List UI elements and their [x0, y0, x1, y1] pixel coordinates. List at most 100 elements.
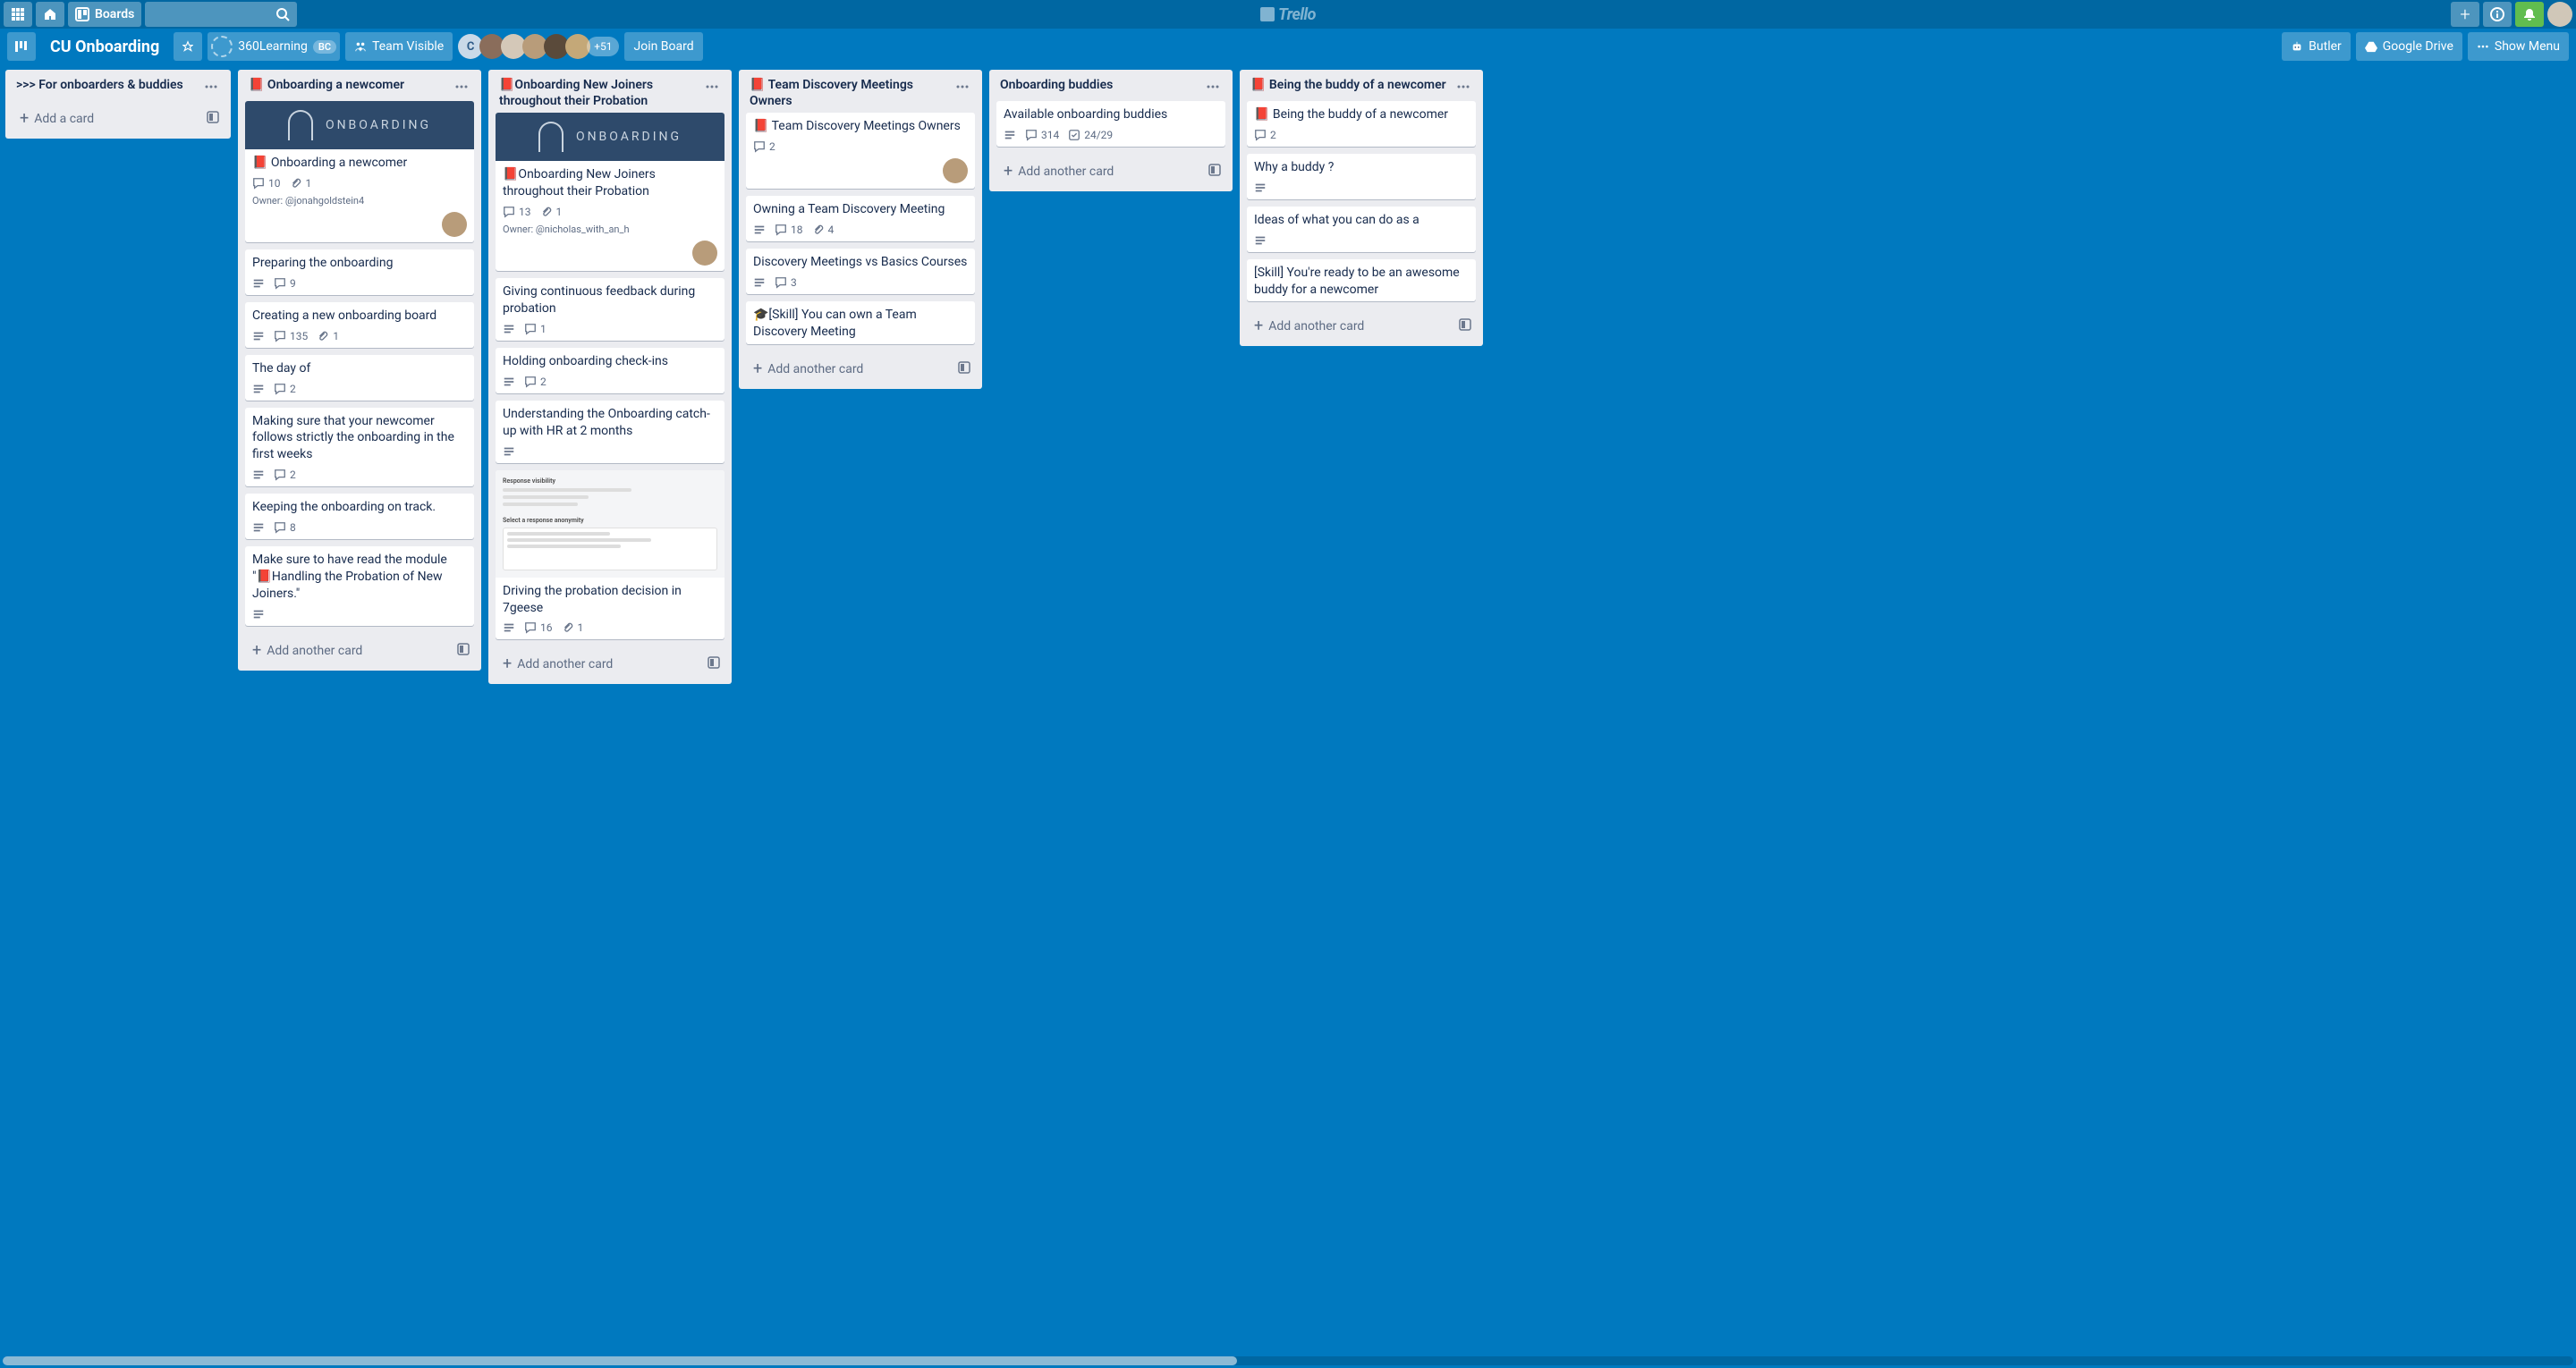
list-cards: 📕 Being the buddy of a newcomer2 Why a bu… — [1240, 101, 1483, 308]
list-title[interactable]: 📕 Being the buddy of a newcomer — [1250, 77, 1451, 93]
card[interactable]: 🎓[Skill] You can own a Team Discovery Me… — [746, 301, 975, 344]
comments-badge: 10 — [252, 177, 281, 190]
board-name[interactable]: CU Onboarding — [41, 38, 168, 56]
list-title[interactable]: Onboarding buddies — [1000, 77, 1200, 93]
card[interactable]: Why a buddy ? — [1247, 154, 1476, 199]
boards-menu-button[interactable]: Boards — [68, 2, 141, 27]
description-badge — [503, 621, 515, 634]
add-card-button[interactable]: +Add another card — [496, 652, 703, 677]
card[interactable]: Giving continuous feedback during probat… — [496, 278, 724, 341]
list-menu-button[interactable] — [199, 77, 224, 97]
card-member-avatar[interactable] — [943, 158, 968, 183]
card[interactable]: Available onboarding buddies31424/29 — [996, 101, 1225, 147]
list-menu-button[interactable] — [699, 77, 724, 97]
list-title[interactable]: 📕Onboarding New Joiners throughout their… — [499, 77, 699, 109]
add-card-button[interactable]: +Add another card — [1247, 314, 1454, 339]
card[interactable]: Response visibilitySelect a response ano… — [496, 470, 724, 640]
card-title: 🎓[Skill] You can own a Team Discovery Me… — [753, 307, 968, 341]
description-badge — [753, 276, 766, 289]
scrollbar-thumb[interactable] — [3, 1356, 1237, 1365]
add-card-button[interactable]: +Add another card — [996, 159, 1204, 184]
description-badge — [753, 224, 766, 236]
home-button[interactable] — [36, 2, 64, 27]
add-card-button[interactable]: +Add another card — [746, 357, 953, 382]
description-badge — [503, 323, 515, 335]
user-avatar[interactable] — [2547, 2, 2572, 27]
list-menu-button[interactable] — [950, 77, 975, 97]
add-card-button[interactable]: +Add another card — [245, 638, 453, 663]
notifications-button[interactable] — [2515, 2, 2544, 27]
card[interactable]: Ideas of what you can do as a — [1247, 207, 1476, 252]
visibility-button[interactable]: Team Visible — [345, 32, 453, 61]
card[interactable]: Make sure to have read the module "📕Hand… — [245, 546, 474, 626]
card-cover: ONBOARDING — [245, 101, 474, 149]
card-template-button[interactable] — [1204, 159, 1225, 184]
list-title[interactable]: 📕 Team Discovery Meetings Owners — [750, 77, 950, 109]
list-cards: ONBOARDING📕 Onboarding a newcomer101Owne… — [238, 101, 481, 633]
card-title: 📕 Team Discovery Meetings Owners — [753, 118, 968, 135]
card[interactable]: 📕 Being the buddy of a newcomer2 — [1247, 101, 1476, 147]
comments-badge: 2 — [274, 469, 296, 481]
card-title: Ideas of what you can do as a — [1254, 212, 1469, 229]
organization-chip[interactable]: 360Learning BC — [208, 32, 340, 61]
list-title[interactable]: 📕 Onboarding a newcomer — [249, 77, 449, 93]
list-menu-button[interactable] — [449, 77, 474, 97]
comments-badge: 16 — [524, 621, 553, 634]
board-members[interactable]: C +51 — [458, 34, 619, 59]
board-switcher-button[interactable] — [7, 32, 36, 61]
card[interactable]: [Skill] You're ready to be an awesome bu… — [1247, 259, 1476, 302]
card-title: [Skill] You're ready to be an awesome bu… — [1254, 265, 1469, 299]
more-members-button[interactable]: +51 — [587, 37, 619, 56]
google-drive-button[interactable]: Google Drive — [2356, 32, 2462, 61]
card-owner: Owner: @nicholas_with_an_h — [496, 224, 724, 241]
card[interactable]: The day of2 — [245, 355, 474, 401]
card[interactable]: Making sure that your newcomer follows s… — [245, 408, 474, 487]
card[interactable]: Preparing the onboarding 9 — [245, 249, 474, 295]
card-template-button[interactable] — [703, 652, 724, 677]
card[interactable]: Discovery Meetings vs Basics Courses3 — [746, 249, 975, 294]
search-input[interactable] — [145, 2, 297, 27]
join-board-button[interactable]: Join Board — [624, 32, 702, 61]
card-member-avatar[interactable] — [442, 212, 467, 237]
comments-badge: 9 — [274, 277, 296, 290]
create-button[interactable]: + — [2451, 2, 2479, 27]
info-button[interactable] — [2483, 2, 2512, 27]
star-board-button[interactable] — [174, 32, 202, 61]
card-title: Preparing the onboarding — [252, 255, 467, 272]
description-badge — [503, 376, 515, 388]
list: 📕Onboarding New Joiners throughout their… — [488, 70, 732, 684]
trello-logo[interactable]: Trello — [1260, 5, 1316, 24]
card-template-button[interactable] — [202, 106, 224, 131]
card[interactable]: Holding onboarding check-ins2 — [496, 348, 724, 393]
show-menu-button[interactable]: Show Menu — [2468, 32, 2569, 61]
list-title[interactable]: >>> For onboarders & buddies — [16, 77, 199, 93]
butler-button[interactable]: Butler — [2282, 32, 2351, 61]
list-menu-button[interactable] — [1451, 77, 1476, 97]
card[interactable]: ONBOARDING📕Onboarding New Joiners throug… — [496, 113, 724, 271]
card-member-avatar[interactable] — [692, 241, 717, 266]
card-title: Make sure to have read the module "📕Hand… — [252, 552, 467, 603]
card[interactable]: Keeping the onboarding on track.8 — [245, 494, 474, 539]
card-template-button[interactable] — [453, 638, 474, 663]
attachments-badge: 1 — [540, 206, 563, 218]
card-title: Creating a new onboarding board — [252, 308, 467, 325]
card-template-button[interactable] — [953, 357, 975, 382]
horizontal-scrollbar[interactable] — [3, 1356, 2573, 1365]
list-cards: Available onboarding buddies31424/29 — [989, 101, 1233, 154]
attachments-badge: 1 — [317, 330, 339, 342]
list: >>> For onboarders & buddies +Add a card — [5, 70, 231, 139]
card[interactable]: Owning a Team Discovery Meeting184 — [746, 196, 975, 241]
board-canvas[interactable]: >>> For onboarders & buddies +Add a card 📕… — [0, 64, 2576, 1368]
comments-badge: 3 — [775, 276, 797, 289]
card-title: Understanding the Onboarding catch-up wi… — [503, 406, 717, 440]
list-menu-button[interactable] — [1200, 77, 1225, 97]
card[interactable]: Creating a new onboarding board1351 — [245, 302, 474, 348]
card[interactable]: 📕 Team Discovery Meetings Owners2 — [746, 113, 975, 189]
card[interactable]: Understanding the Onboarding catch-up wi… — [496, 401, 724, 463]
card-template-button[interactable] — [1454, 314, 1476, 339]
apps-menu-button[interactable] — [4, 2, 32, 27]
card[interactable]: ONBOARDING📕 Onboarding a newcomer101Owne… — [245, 101, 474, 242]
description-badge — [252, 277, 265, 290]
add-card-button[interactable]: +Add a card — [13, 106, 202, 131]
list: 📕 Onboarding a newcomer ONBOARDING📕 Onboa… — [238, 70, 481, 671]
